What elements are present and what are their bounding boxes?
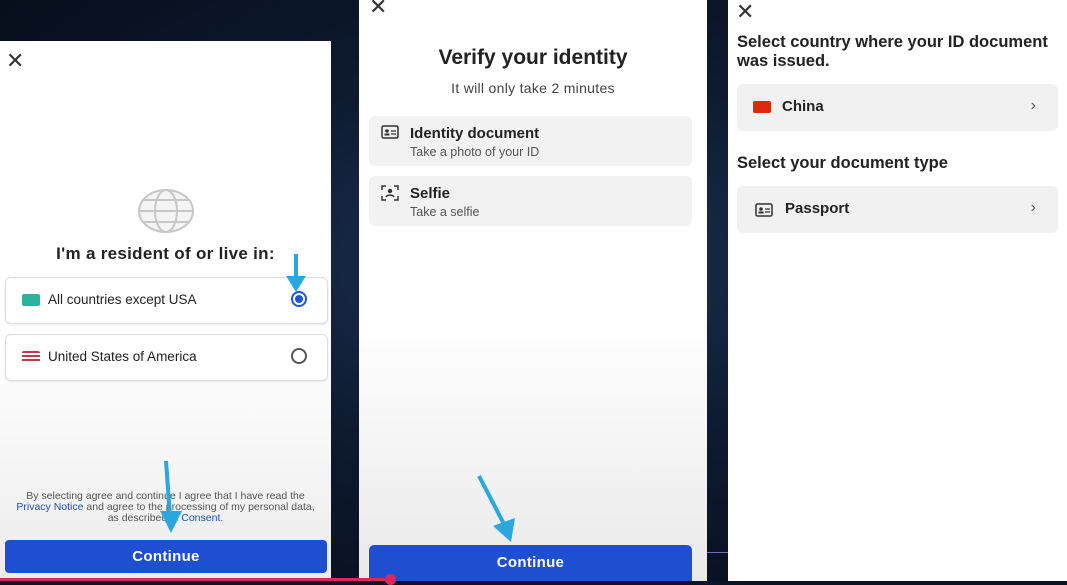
document-selection-screen: ✕ Select country where your ID document … xyxy=(728,0,1067,581)
country-label: China xyxy=(782,98,824,115)
chevron-right-icon: › xyxy=(1030,97,1036,114)
doctype-label: Passport xyxy=(785,200,850,217)
world-flag-icon xyxy=(22,294,40,306)
us-flag-icon xyxy=(22,351,40,363)
doctype-heading: Select your document type xyxy=(737,154,948,172)
country-selector[interactable]: China › xyxy=(737,84,1058,131)
radio-unselected[interactable] xyxy=(291,348,307,364)
country-heading: Select country where your ID document wa… xyxy=(737,33,1048,70)
close-icon[interactable]: ✕ xyxy=(6,50,24,72)
step-selfie[interactable]: Selfie Take a selfie xyxy=(369,176,692,226)
step-title: Identity document xyxy=(410,125,540,142)
globe-icon xyxy=(138,189,194,233)
continue-button[interactable]: Continue xyxy=(369,545,692,581)
id-card-icon xyxy=(381,125,399,139)
annotation-arrow-icon xyxy=(160,460,182,533)
page-subtitle: It will only take 2 minutes xyxy=(451,80,615,96)
option-usa[interactable]: United States of America xyxy=(5,334,328,381)
option-label: United States of America xyxy=(48,349,197,364)
face-scan-icon xyxy=(381,185,399,201)
china-flag-icon xyxy=(753,101,771,113)
option-all-countries[interactable]: All countries except USA xyxy=(5,277,328,324)
document-type-selector[interactable]: Passport › xyxy=(737,186,1058,233)
verify-identity-screen: ✕ Verify your identity It will only take… xyxy=(359,0,707,581)
step-title: Selfie xyxy=(410,185,451,202)
privacy-notice-link[interactable]: Privacy Notice xyxy=(16,501,83,513)
continue-button[interactable]: Continue xyxy=(5,540,327,573)
close-icon[interactable]: ✕ xyxy=(736,1,754,23)
step-subtitle: Take a selfie xyxy=(410,205,480,219)
consent-part: . xyxy=(220,512,224,524)
chevron-right-icon: › xyxy=(1030,199,1036,216)
close-icon[interactable]: ✕ xyxy=(369,0,387,18)
step-identity-document[interactable]: Identity document Take a photo of your I… xyxy=(369,116,692,166)
divider xyxy=(707,552,728,553)
page-title: Verify your identity xyxy=(438,46,628,69)
annotation-arrow-icon xyxy=(477,475,515,542)
video-scrubber-handle[interactable] xyxy=(385,574,396,585)
option-label: All countries except USA xyxy=(48,292,197,307)
residence-heading: I'm a resident of or live in: xyxy=(56,244,275,263)
step-subtitle: Take a photo of your ID xyxy=(410,145,540,159)
id-card-icon xyxy=(755,203,773,217)
annotation-arrow-icon xyxy=(286,254,306,292)
